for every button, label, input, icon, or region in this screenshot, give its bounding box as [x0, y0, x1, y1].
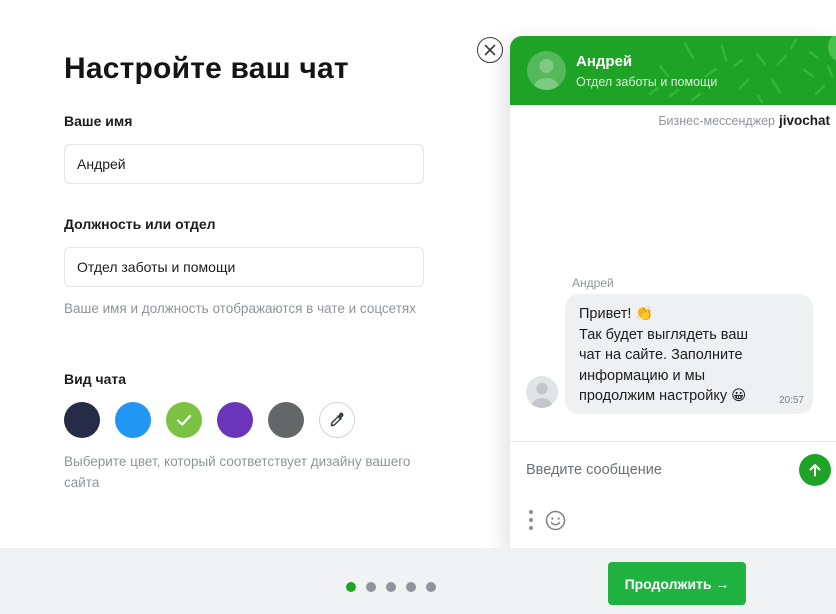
setup-page: Настройте ваш чат Ваше имя Должность или… — [0, 0, 836, 614]
checkmark-icon — [176, 414, 192, 426]
message-line: информацию и мы — [579, 367, 706, 384]
message-author: Андрей — [572, 276, 614, 290]
wizard-footer: Продолжить → — [0, 548, 836, 614]
color-hint: Выберите цвет, который соответствует диз… — [64, 454, 411, 490]
agent-avatar — [527, 51, 566, 90]
more-vertical-icon[interactable] — [527, 510, 535, 530]
theme-label: Вид чата — [64, 371, 127, 387]
message-bubble: Привет! 👏 Так будет выглядеть ваш чат на… — [565, 294, 813, 414]
chat-widget-preview: Андрей Отдел заботы и помощи Бизнес-месс… — [510, 36, 836, 548]
send-button[interactable] — [799, 454, 831, 486]
brand-line[interactable]: Бизнес-мессенджер jivochat — [658, 113, 830, 128]
close-icon — [484, 44, 496, 56]
name-label: Ваше имя — [64, 113, 133, 129]
name-input[interactable] — [64, 144, 424, 184]
color-swatch-green[interactable] — [166, 402, 202, 438]
message-line: чат на сайте. Заполните — [579, 347, 743, 363]
step-dot[interactable] — [426, 582, 436, 592]
message-line: продолжим настройку 😀 — [579, 388, 747, 404]
message-input[interactable] — [520, 454, 792, 486]
jivochat-logo: jivochat — [778, 113, 830, 128]
color-swatch-gray[interactable] — [268, 402, 304, 438]
step-dot[interactable] — [386, 582, 396, 592]
step-dot[interactable] — [406, 582, 416, 592]
position-label: Должность или отдел — [64, 216, 216, 232]
color-swatches — [64, 402, 355, 438]
user-icon — [531, 382, 553, 408]
step-indicator — [346, 582, 436, 592]
user-icon — [533, 59, 560, 90]
compose-divider — [510, 441, 836, 442]
widget-header: Андрей Отдел заботы и помощи — [510, 36, 836, 105]
color-swatch-blue[interactable] — [115, 402, 151, 438]
color-swatch-purple[interactable] — [217, 402, 253, 438]
message-line: Привет! 👏 — [579, 306, 654, 322]
color-swatch-navy[interactable] — [64, 402, 100, 438]
agent-name: Андрей — [576, 53, 633, 70]
step-dot[interactable] — [366, 582, 376, 592]
position-input[interactable] — [64, 247, 424, 287]
eyedropper-icon — [330, 412, 344, 427]
smile-icon[interactable] — [545, 510, 566, 531]
message-avatar — [526, 376, 558, 408]
continue-button[interactable]: Продолжить → — [608, 562, 746, 605]
brand-text: Бизнес-мессенджер — [658, 113, 775, 128]
close-preview-button[interactable] — [477, 37, 503, 63]
message-time: 20:57 — [778, 395, 804, 406]
page-title: Настройте ваш чат — [64, 52, 349, 85]
step-dot[interactable] — [346, 582, 356, 592]
custom-color-picker-button[interactable] — [319, 402, 355, 438]
message-line: Так будет выглядеть ваш — [579, 326, 749, 343]
arrow-up-icon — [809, 464, 821, 477]
agent-department: Отдел заботы и помощи — [576, 75, 718, 89]
name-hint: Ваше имя и должность отображаются в чате… — [64, 301, 416, 316]
